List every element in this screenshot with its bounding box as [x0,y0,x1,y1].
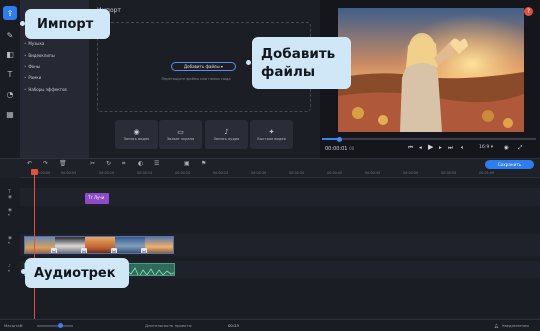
callout-add-files: Добавить файлы [252,37,351,89]
rotate-icon[interactable]: ↻ [106,160,111,167]
ruler-tick: 00:00:25 [213,171,229,175]
quick-video-label: Быстрое видео [257,136,286,141]
import-tool-icon[interactable]: ⇪ [3,6,17,20]
zoom-slider[interactable] [37,325,73,327]
ruler-tick: 00:00:50 [403,171,419,175]
aspect-ratio-select[interactable]: 16:9 ▾ [479,145,493,150]
zoom-label: Масштаб: [4,323,24,328]
record-video-button[interactable]: ◉ Запись видео [115,120,158,149]
preview-image [338,8,524,132]
status-bar: Масштаб: Длительность проекта: 00:23 🔔︎ … [0,319,540,331]
category-music[interactable]: Музыка [24,41,44,46]
camera-icon: ◉ [133,127,140,136]
screen-capture-button[interactable]: ▭ Захват экрана [159,120,202,149]
monitor-icon: ▭ [177,127,184,136]
add-files-label: Добавить файлы [184,64,220,69]
play-icon[interactable]: ▶ [428,143,433,151]
skip-forward-icon[interactable]: ⏭ [448,145,453,152]
category-videoclips[interactable]: Видеоклипы [24,53,54,58]
step-back-icon[interactable]: ◂ [419,145,422,151]
playhead-line[interactable] [34,169,35,319]
timeline-toolbar: ↶ ↷ 🗑︎ ✂ ↻ ⌗ ◐ ☰ ▣ ⚑ Сохранить [0,158,540,169]
title-track-controls[interactable]: T ◉ [8,190,12,200]
ruler-tick: 00:00:10 [99,171,115,175]
audio-track-controls[interactable]: ♪ 🔈︎ [8,264,11,274]
duration-value: 00:23 [228,323,239,328]
video-frame [145,237,173,253]
filters-icon[interactable]: ◧ [3,47,17,61]
ruler-tick: 00:00:05 [61,171,77,175]
zoom-slider-handle[interactable] [57,323,63,328]
delete-icon[interactable]: 🗑︎ [59,160,67,167]
insert-icon[interactable]: ▣ [184,160,190,167]
duration-label: Длительность проекта: [145,323,193,328]
fullscreen-icon[interactable]: ⤢ [518,145,522,152]
aspect-ratio-value: 16:9 [479,145,490,150]
transition-icon[interactable]: ⋈ [51,248,57,253]
category-effect-sets[interactable]: Наборы эффектов [24,87,66,92]
ruler-tick: 00:00:30 [251,171,267,175]
video-clip-strip[interactable]: ⋈ ⋈ ⋈ ⋈ [24,236,174,254]
ruler-tick: 00:00:15 [137,171,153,175]
callout-pointer [21,269,26,274]
left-toolbar: ⇪ ✎ ◧ T ◔ ▦ [0,0,20,158]
timeline-ruler[interactable]: 00:00:00 00:00:05 00:00:10 00:00:15 00:0… [20,169,540,178]
ruler-tick: 00:00:40 [327,171,343,175]
player-time-fraction: 00 [349,146,355,151]
snapshot-icon[interactable]: ◉ [504,145,509,151]
wand-icon[interactable]: ✎ [3,28,17,42]
stickers-icon[interactable]: ▦ [3,107,17,121]
category-frames[interactable]: Рамки [24,75,41,80]
crop-icon[interactable]: ⌗ [122,160,125,168]
notifications-label[interactable]: Уведомления [502,323,529,328]
overlay-track-controls[interactable]: ◉ 🔈︎ [8,208,12,218]
ruler-tick: 00:00:35 [289,171,305,175]
callout-pointer [20,21,25,26]
video-editor-window: ⇪ ✎ ◧ T ◔ ▦ Музыка Видеоклипы Фоны Рамки… [0,0,540,331]
ruler-tick: 00:00:45 [365,171,381,175]
player-time: 00:00:01 00 [325,146,354,152]
step-forward-icon[interactable]: ▸ [439,145,442,151]
skip-back-icon[interactable]: ⏮ [408,145,413,152]
callout-pointer [246,60,251,65]
transition-icon[interactable]: ⋈ [111,248,117,253]
title-clip[interactable]: Тт Лучи [85,193,109,204]
color-icon[interactable]: ◐ [138,160,143,167]
category-backgrounds[interactable]: Фоны [24,64,40,69]
video-preview[interactable] [338,8,524,132]
player-progress-bar[interactable] [322,138,536,140]
volume-icon[interactable]: 🔈︎ [461,145,464,152]
quick-video-button[interactable]: ✦ Быстрое видео [250,120,293,149]
transition-icon[interactable]: ⋈ [141,248,147,253]
record-audio-button[interactable]: ♪ Запись аудио [205,120,248,149]
player-panel: ? 00:00:01 00 ⏮ ◂ ▶ ▸ ⏭ 🔈︎ 16:9 ▾ ◉ ⤢ [320,0,540,158]
video-track-controls[interactable]: ◉ 🔈︎ [8,236,12,246]
titles-icon[interactable]: T [3,67,17,81]
record-video-label: Запись видео [123,136,150,141]
screen-capture-label: Захват экрана [166,136,195,141]
ruler-tick: 00:00:55 [441,171,457,175]
player-time-main: 00:00:01 [325,146,348,152]
add-files-button[interactable]: Добавить файлы ▾ [171,62,236,71]
bell-icon[interactable]: 🔔︎ [494,323,499,328]
chevron-down-icon: ▾ [220,64,223,69]
transition-icon[interactable]: ⋈ [81,248,87,253]
properties-icon[interactable]: ☰ [154,160,159,167]
ruler-tick: 00:01:00 [479,171,495,175]
player-progress-handle[interactable] [336,136,342,142]
microphone-icon: ♪ [224,127,229,136]
cut-icon[interactable]: ✂ [90,160,95,167]
callout-audio-track: Аудиотрек [25,258,129,288]
help-button[interactable]: ? [524,7,533,16]
record-audio-label: Запись аудио [213,136,240,141]
flag-icon[interactable]: ⚑ [201,160,206,167]
ruler-tick: 00:00:20 [175,171,191,175]
magic-icon: ✦ [268,127,275,136]
undo-icon[interactable]: ↶ [27,160,32,167]
save-button[interactable]: Сохранить [485,160,534,169]
redo-icon[interactable]: ↷ [43,160,48,167]
callout-import: Импорт [25,9,110,39]
transitions-icon[interactable]: ◔ [3,87,17,101]
